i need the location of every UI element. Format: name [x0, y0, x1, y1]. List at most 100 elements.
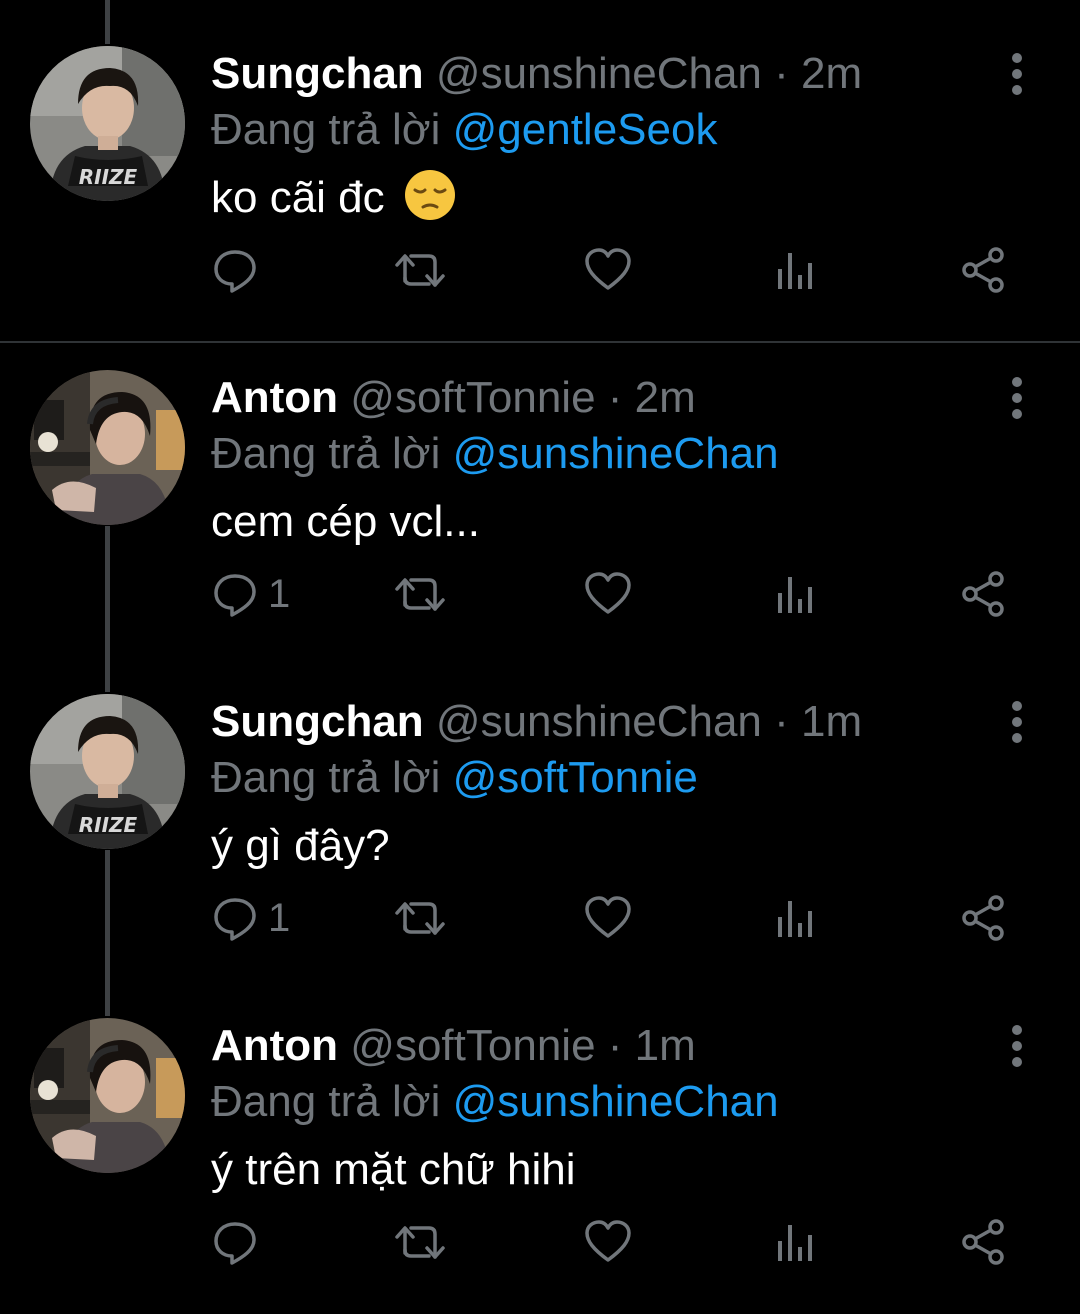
share-button[interactable]: [958, 890, 1008, 946]
more-vertical-icon: [1012, 1025, 1022, 1067]
timestamp[interactable]: 1m: [635, 1021, 696, 1070]
more-button[interactable]: [1000, 376, 1034, 420]
reply-icon: [214, 574, 256, 617]
retweet-icon: [395, 578, 445, 611]
views-icon: [778, 577, 812, 613]
separator-dot: ·: [607, 1021, 623, 1070]
reply-button[interactable]: [210, 1214, 268, 1270]
share-icon: [962, 247, 1004, 293]
retweet-icon: [395, 1226, 445, 1259]
like-button[interactable]: [583, 242, 633, 298]
author-name[interactable]: Anton: [211, 373, 338, 422]
anton-avatar: [30, 1018, 185, 1173]
author-handle[interactable]: @sunshineChan: [436, 49, 762, 98]
replying-to: Đang trả lời @softTonnie: [211, 750, 698, 806]
tweet-header: Anton @softTonnie · 1m: [211, 1018, 696, 1074]
tweet-text-content: ý gì đây?: [211, 821, 390, 870]
views-button[interactable]: [772, 890, 818, 946]
timestamp[interactable]: 2m: [801, 49, 862, 98]
mention-link[interactable]: @softTonnie: [453, 753, 698, 802]
tweet-header: Sungchan @sunshineChan · 1m: [211, 694, 862, 750]
share-button[interactable]: [958, 242, 1008, 298]
more-vertical-icon: [1012, 377, 1022, 419]
share-button[interactable]: [958, 566, 1008, 622]
avatar[interactable]: RIIZE: [30, 46, 185, 201]
avatar[interactable]: RIIZE: [30, 694, 185, 849]
views-button[interactable]: [772, 566, 818, 622]
thread-connector-top: [105, 0, 110, 44]
sungchan-avatar: RIIZE: [30, 46, 185, 201]
views-button[interactable]: [772, 242, 818, 298]
tweet[interactable]: RIIZE Sungchan @sunshineChan · 1m Đang t…: [0, 694, 1080, 994]
timestamp[interactable]: 1m: [801, 697, 862, 746]
views-icon: [778, 1225, 812, 1261]
mention-link[interactable]: @gentleSeok: [453, 105, 718, 154]
share-button[interactable]: [958, 1214, 1008, 1270]
views-button[interactable]: [772, 1214, 818, 1270]
tweet[interactable]: RIIZE Sungchan @sunshineChan · 2m Đang t…: [0, 46, 1080, 336]
tweet[interactable]: Anton @softTonnie · 2m Đang trả lời @sun…: [0, 370, 1080, 670]
author-name[interactable]: Sungchan: [211, 49, 424, 98]
more-button[interactable]: [1000, 52, 1034, 96]
tweet-text-content: cem cép vcl...: [211, 497, 480, 546]
retweet-button[interactable]: [393, 1214, 449, 1270]
more-vertical-icon: [1012, 701, 1022, 743]
retweet-button[interactable]: [393, 566, 449, 622]
separator-dot: ·: [774, 49, 789, 98]
more-button[interactable]: [1000, 700, 1034, 744]
like-button[interactable]: [583, 890, 633, 946]
reply-button[interactable]: 1: [210, 566, 290, 622]
views-icon: [778, 901, 812, 937]
tweet-header: Sungchan @sunshineChan · 2m: [211, 46, 862, 102]
avatar[interactable]: [30, 1018, 185, 1173]
tweet-text: ko cãi đc: [211, 168, 457, 228]
tweet-text: ý trên mặt chữ hihi: [211, 1140, 575, 1200]
action-bar: [0, 242, 1080, 298]
retweet-icon: [395, 902, 445, 935]
more-button[interactable]: [1000, 1024, 1034, 1068]
timestamp[interactable]: 2m: [635, 373, 696, 422]
replying-to: Đang trả lời @sunshineChan: [211, 1074, 779, 1130]
replying-to: Đang trả lời @gentleSeok: [211, 102, 717, 158]
tweet[interactable]: Anton @softTonnie · 1m Đang trả lời @sun…: [0, 1018, 1080, 1308]
tweet-text: cem cép vcl...: [211, 492, 480, 552]
reply-icon: [214, 1222, 256, 1265]
author-handle[interactable]: @softTonnie: [350, 1021, 595, 1070]
action-bar: 1: [0, 890, 1080, 946]
reply-count: 1: [268, 571, 291, 616]
author-name[interactable]: Anton: [211, 1021, 338, 1070]
like-button[interactable]: [583, 1214, 633, 1270]
retweet-button[interactable]: [393, 890, 449, 946]
tweet-text: ý gì đây?: [211, 816, 390, 876]
retweet-button[interactable]: [393, 242, 449, 298]
reply-icon: [214, 250, 256, 293]
reply-count: 1: [268, 895, 291, 940]
heart-icon: [585, 1220, 631, 1262]
like-button[interactable]: [583, 566, 633, 622]
tweet-text-content: ko cãi đc: [211, 173, 385, 222]
share-icon: [962, 571, 1004, 617]
separator-dot: ·: [774, 697, 789, 746]
reply-button[interactable]: 1: [210, 890, 290, 946]
anton-avatar: [30, 370, 185, 525]
mention-link[interactable]: @sunshineChan: [453, 1077, 779, 1126]
replying-prefix: Đang trả lời: [211, 753, 441, 802]
author-handle[interactable]: @softTonnie: [350, 373, 595, 422]
tweet-text-content: ý trên mặt chữ hihi: [211, 1145, 576, 1194]
views-icon: [778, 253, 812, 289]
mention-link[interactable]: @sunshineChan: [453, 429, 779, 478]
author-name[interactable]: Sungchan: [211, 697, 424, 746]
svg-text:RIIZE: RIIZE: [79, 813, 138, 837]
heart-icon: [585, 248, 631, 290]
avatar[interactable]: [30, 370, 185, 525]
sungchan-avatar: RIIZE: [30, 694, 185, 849]
tweet-divider: [0, 341, 1080, 343]
action-bar: [0, 1214, 1080, 1270]
thread-feed: RIIZE Sungchan @sunshineChan · 2m Đang t…: [0, 0, 1080, 1314]
action-bar: 1: [0, 566, 1080, 622]
replying-prefix: Đang trả lời: [211, 105, 441, 154]
reply-button[interactable]: [210, 242, 268, 298]
author-handle[interactable]: @sunshineChan: [436, 697, 762, 746]
heart-icon: [585, 572, 631, 614]
replying-prefix: Đang trả lời: [211, 1077, 441, 1126]
